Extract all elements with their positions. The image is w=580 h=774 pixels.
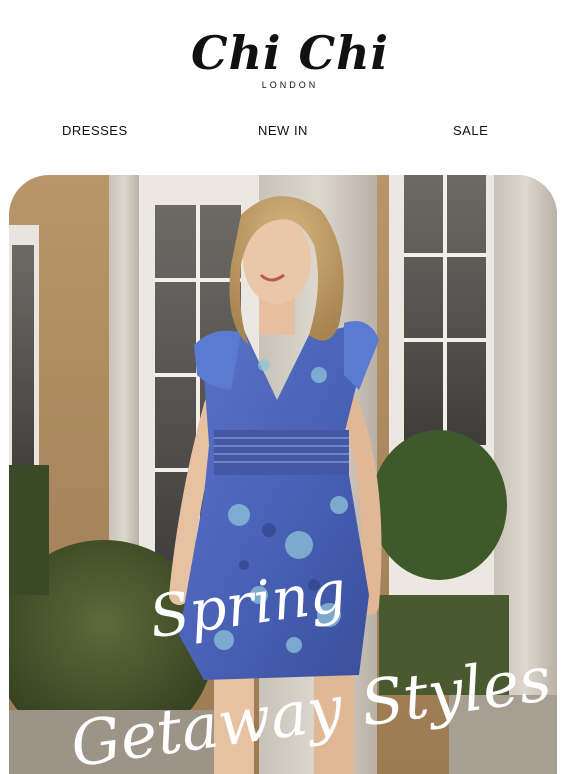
main-nav: DRESSES NEW IN SALE — [0, 123, 580, 141]
hero-banner[interactable]: Spring Getaway Styles — [9, 175, 557, 774]
brand-subtitle: LONDON — [261, 80, 319, 90]
hero-image — [9, 175, 557, 774]
nav-sale[interactable]: SALE — [453, 123, 488, 138]
nav-dresses[interactable]: DRESSES — [62, 123, 128, 138]
nav-new-in[interactable]: NEW IN — [258, 123, 308, 138]
brand-logo[interactable]: Chi Chi LONDON — [0, 30, 580, 90]
brand-name: Chi Chi — [190, 26, 390, 80]
